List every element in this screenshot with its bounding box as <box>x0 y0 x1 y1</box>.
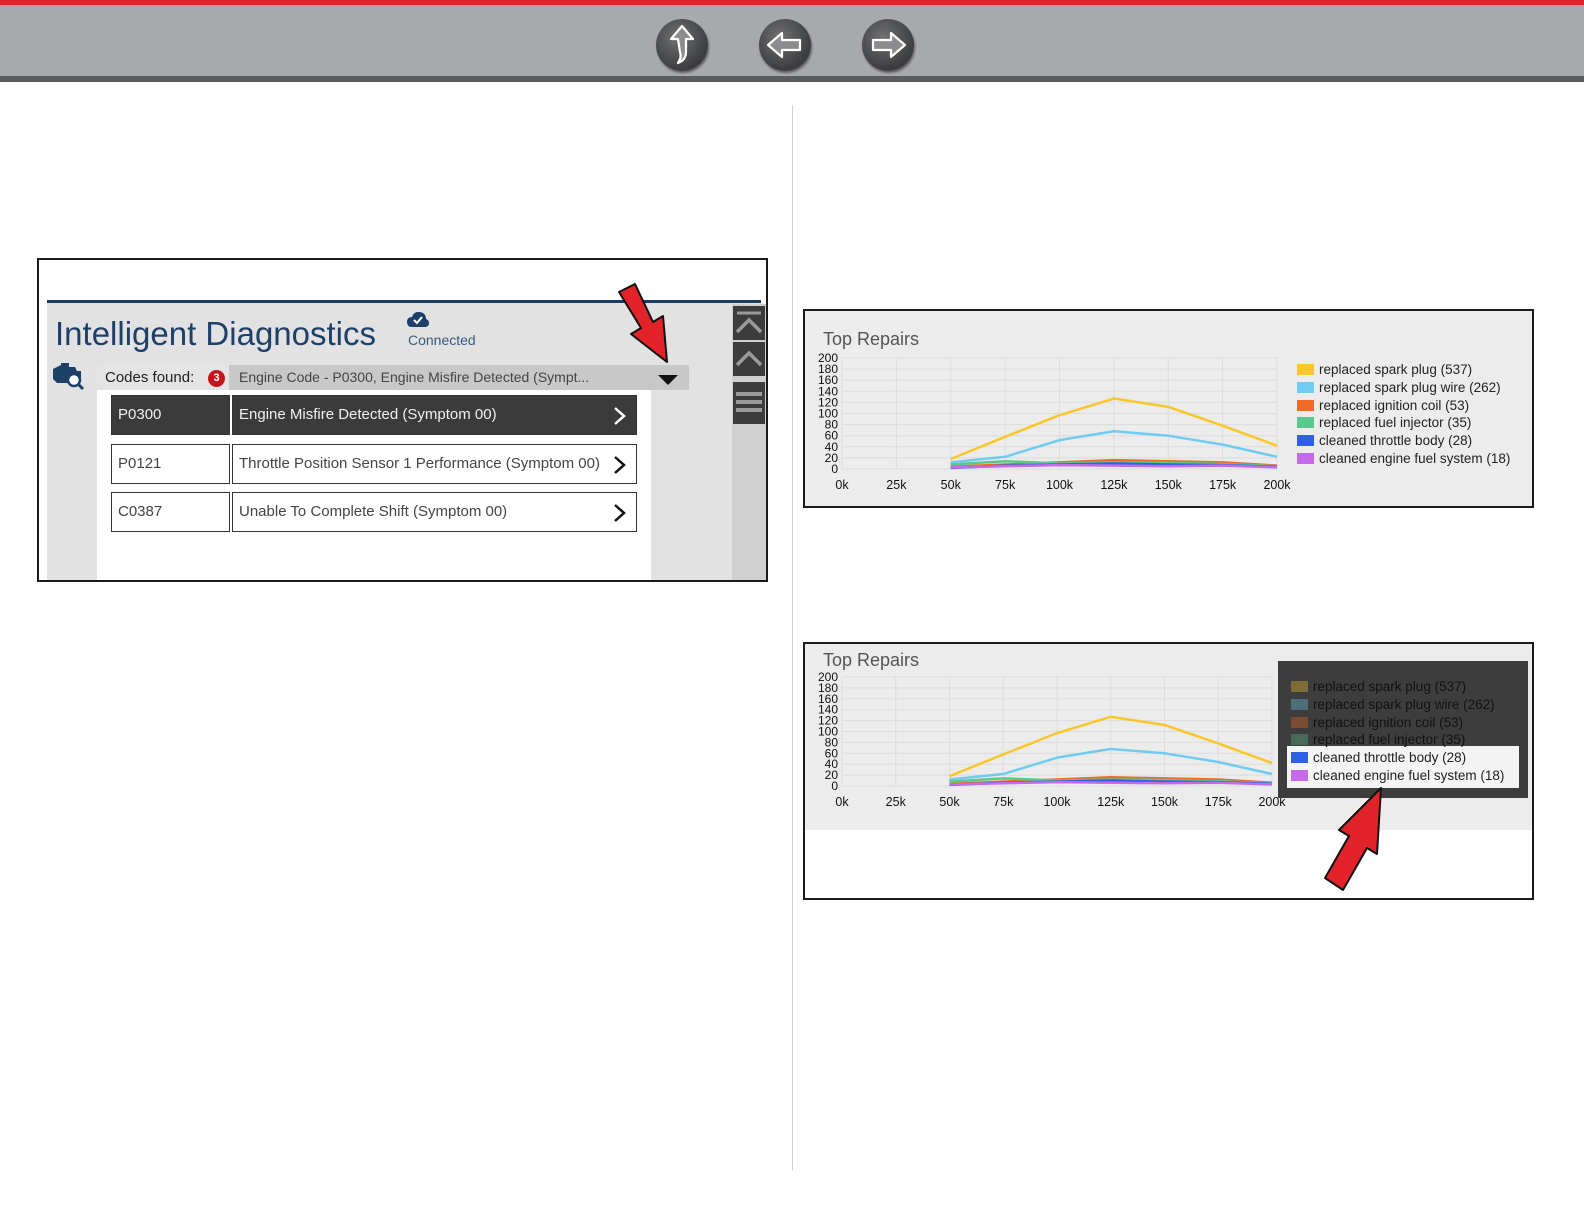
legend-label: replaced spark plug wire (262) <box>1319 379 1501 395</box>
legend-label: replaced ignition coil (53) <box>1313 714 1464 730</box>
code-id: C0387 <box>111 492 230 532</box>
red-pointer-arrow <box>1324 787 1382 891</box>
legend-swatch <box>1297 381 1314 393</box>
code-row-1[interactable]: P0121 Throttle Position Sensor 1 Perform… <box>111 444 637 484</box>
legend-label: replaced ignition coil (53) <box>1319 397 1470 413</box>
legend-swatch <box>1291 716 1308 728</box>
intelligent-diagnostics-screenshot: Intelligent Diagnostics Connected Codes … <box>37 258 768 582</box>
up-arrow-button[interactable] <box>656 19 708 71</box>
back-arrow-icon <box>766 31 802 59</box>
column-divider <box>792 105 793 1170</box>
dropdown-arrow-icon[interactable] <box>658 375 678 385</box>
legend-label: replaced fuel injector (35) <box>1313 732 1466 748</box>
x-tick-label: 125k <box>1097 795 1125 809</box>
code-id: P0121 <box>111 444 230 484</box>
codes-count-badge: 3 <box>208 370 225 387</box>
legend-swatch <box>1297 417 1314 429</box>
legend-label: replaced spark plug (537) <box>1313 679 1467 694</box>
x-tick-label: 100k <box>1043 795 1071 809</box>
legend-swatch <box>1291 770 1308 781</box>
legend-swatch <box>1297 453 1314 464</box>
code-description-text: Engine Misfire Detected (Symptom 00) <box>239 406 497 423</box>
x-tick-label: 50k <box>939 795 960 809</box>
connection-status: Connected <box>408 332 476 348</box>
legend-swatch <box>1291 734 1308 746</box>
x-tick-label: 200k <box>1263 478 1291 492</box>
x-tick-label: 75k <box>995 478 1016 492</box>
chevron-right-icon <box>614 407 626 425</box>
legend-label: cleaned throttle body (28) <box>1313 750 1467 766</box>
top-navigation-bar <box>0 0 1584 82</box>
legend-swatch <box>1291 681 1308 692</box>
vehicle-scan-icon[interactable] <box>51 361 85 391</box>
top-repairs-chart-panel-highlighted: Top Repairs 0 20 40 60 80 100 120 140 160 180 200 0… <box>803 642 1534 900</box>
menu-icon <box>736 392 762 412</box>
code-id: P0300 <box>111 395 230 435</box>
x-tick-label: 0k <box>835 795 849 809</box>
legend-swatch <box>1297 364 1314 375</box>
chevron-right-icon <box>614 456 626 474</box>
code-row-0[interactable]: P0300 Engine Misfire Detected (Symptom 0… <box>111 395 637 435</box>
legend-swatch <box>1297 399 1314 411</box>
legend-swatch <box>1291 752 1308 764</box>
y-tick-label: 200 <box>818 351 838 365</box>
x-tick-label: 75k <box>993 795 1014 809</box>
side-scroll-panel <box>732 304 766 580</box>
legend-swatch <box>1297 435 1314 447</box>
x-tick-label: 100k <box>1046 478 1074 492</box>
legend-label: cleaned engine fuel system (18) <box>1319 451 1511 466</box>
code-description: Engine Misfire Detected (Symptom 00) <box>232 395 637 435</box>
forward-button[interactable] <box>862 19 914 71</box>
page-title: Intelligent Diagnostics <box>55 315 377 352</box>
scroll-to-top-button[interactable] <box>733 306 765 340</box>
top-repairs-chart-panel: Top Repairs 0 20 40 60 80 100 120 140 160 180 200 0… <box>803 309 1534 508</box>
x-tick-label: 175k <box>1205 795 1233 809</box>
x-tick-label: 0k <box>835 478 849 492</box>
back-button[interactable] <box>759 19 811 71</box>
x-tick-label: 25k <box>886 478 907 492</box>
code-description-text: Throttle Position Sensor 1 Performance (… <box>239 455 600 472</box>
scroll-up-icon <box>735 350 763 367</box>
y-tick-label: 200 <box>818 670 838 684</box>
chart-legend[interactable]: replaced spark plug (537) replaced spark … <box>1297 361 1532 471</box>
scroll-up-button[interactable] <box>733 342 765 376</box>
x-tick-label: 25k <box>886 795 907 809</box>
legend-label: cleaned throttle body (28) <box>1319 433 1473 449</box>
legend-label: cleaned engine fuel system (18) <box>1313 768 1505 783</box>
legend-label: replaced spark plug (537) <box>1319 362 1473 377</box>
forward-arrow-icon <box>871 31 907 59</box>
up-arrow-icon <box>669 24 695 65</box>
menu-button[interactable] <box>733 382 765 424</box>
chart-legend[interactable]: replaced spark plug (537) replaced spark … <box>1291 678 1526 788</box>
scroll-to-top-icon <box>735 311 763 334</box>
selected-code-text: Engine Code - P0300, Engine Misfire Dete… <box>239 369 590 385</box>
code-row-2[interactable]: C0387 Unable To Complete Shift (Symptom … <box>111 492 637 532</box>
x-tick-label: 150k <box>1155 478 1183 492</box>
x-tick-label: 50k <box>941 478 962 492</box>
legend-label: replaced fuel injector (35) <box>1319 415 1472 431</box>
x-tick-label: 150k <box>1151 795 1179 809</box>
x-tick-label: 125k <box>1100 478 1128 492</box>
red-pointer-arrow <box>618 283 668 363</box>
code-description: Unable To Complete Shift (Symptom 00) <box>232 492 637 532</box>
cloud-connected-icon <box>407 311 429 327</box>
legend-swatch <box>1291 698 1308 710</box>
chevron-right-icon <box>614 504 626 522</box>
x-tick-label: 175k <box>1209 478 1237 492</box>
codes-found-dropdown[interactable]: Codes found: Engine Code - P0300, Engine… <box>97 365 689 390</box>
legend-label: replaced spark plug wire (262) <box>1313 696 1495 712</box>
code-description: Throttle Position Sensor 1 Performance (… <box>232 444 637 484</box>
code-description-text: Unable To Complete Shift (Symptom 00) <box>239 503 508 520</box>
